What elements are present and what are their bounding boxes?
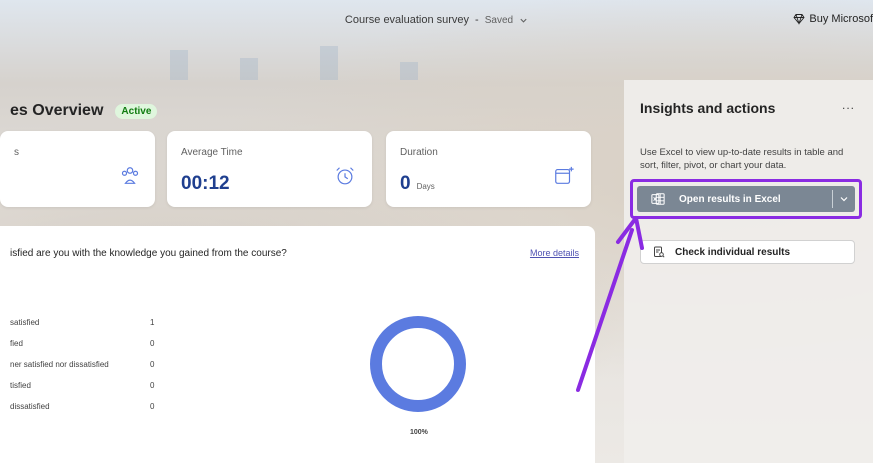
buy-microsoft-label: Buy Microsof — [809, 13, 873, 25]
answer-label: fied — [10, 339, 23, 348]
insights-panel: Insights and actions ... Use Excel to vi… — [624, 80, 873, 463]
responses-card: s — [0, 131, 155, 207]
donut-percent-label: 100% — [410, 429, 428, 436]
answer-row: ner satisfied nor dissatisfied 0 — [10, 360, 160, 381]
background-decoration — [150, 40, 450, 80]
save-status: Saved — [484, 14, 514, 26]
answer-label: satisfied — [10, 318, 40, 327]
excel-icon — [651, 193, 665, 205]
answer-row: dissatisfied 0 — [10, 402, 160, 423]
more-options-icon[interactable]: ... — [842, 98, 855, 112]
answer-count: 0 — [150, 360, 155, 369]
people-icon — [121, 167, 139, 184]
answer-label: dissatisfied — [10, 402, 50, 411]
overview-header: es Overview Active — [10, 102, 158, 120]
question-text: isfied are you with the knowledge you ga… — [10, 248, 287, 259]
duration-value: 0 Days — [400, 173, 435, 195]
answer-label: tisfied — [10, 381, 31, 390]
document-search-icon — [654, 246, 665, 258]
answer-row: satisfied 1 — [10, 318, 160, 339]
answer-count: 0 — [150, 339, 155, 348]
title-separator: - — [475, 14, 479, 26]
open-in-excel-button[interactable]: Open results in Excel — [637, 186, 855, 212]
answer-count: 1 — [150, 318, 155, 327]
question-panel: isfied are you with the knowledge you ga… — [0, 226, 595, 463]
alarm-clock-icon — [336, 167, 354, 185]
answer-count: 0 — [150, 402, 155, 411]
card-label: s — [14, 147, 19, 158]
check-individual-results-button[interactable]: Check individual results — [640, 240, 855, 264]
excel-button-highlight: Open results in Excel — [630, 179, 862, 219]
answer-list: satisfied 1 fied 0 ner satisfied nor dissa… — [10, 318, 160, 423]
answer-label: ner satisfied nor dissatisfied — [10, 360, 109, 369]
buy-microsoft-link[interactable]: Buy Microsof — [793, 13, 873, 25]
insights-title: Insights and actions — [640, 100, 776, 116]
insights-description: Use Excel to view up-to-date results in … — [640, 147, 844, 171]
duration-number: 0 — [400, 173, 411, 194]
survey-title: Course evaluation survey — [344, 14, 470, 26]
duration-unit: Days — [416, 182, 435, 191]
chevron-down-icon[interactable] — [839, 194, 849, 204]
results-main: es Overview Active s Average Time 00:12 … — [0, 80, 624, 463]
average-time-value: 00:12 — [181, 173, 230, 194]
duration-card: Duration 0 Days — [386, 131, 591, 207]
diamond-icon — [793, 14, 805, 25]
chevron-down-icon — [520, 18, 527, 23]
card-label: Duration — [400, 147, 438, 158]
answer-count: 0 — [150, 381, 155, 390]
card-label: Average Time — [181, 147, 243, 158]
more-details-link[interactable]: More details — [530, 248, 579, 258]
calendar-add-icon — [555, 166, 574, 184]
answer-row: tisfied 0 — [10, 381, 160, 402]
donut-chart — [370, 316, 466, 412]
average-time-card: Average Time 00:12 — [167, 131, 372, 207]
open-in-excel-label: Open results in Excel — [679, 193, 781, 205]
survey-title-menu[interactable]: Course evaluation survey - Saved — [345, 14, 528, 26]
donut-slice-satisfied — [370, 316, 466, 412]
check-individual-results-label: Check individual results — [675, 246, 791, 258]
page-title: es Overview — [10, 102, 104, 119]
split-divider — [832, 190, 833, 208]
status-badge: Active — [115, 103, 158, 119]
answer-row: fied 0 — [10, 339, 160, 360]
top-bar: Course evaluation survey - Saved Buy Mic… — [0, 0, 873, 40]
